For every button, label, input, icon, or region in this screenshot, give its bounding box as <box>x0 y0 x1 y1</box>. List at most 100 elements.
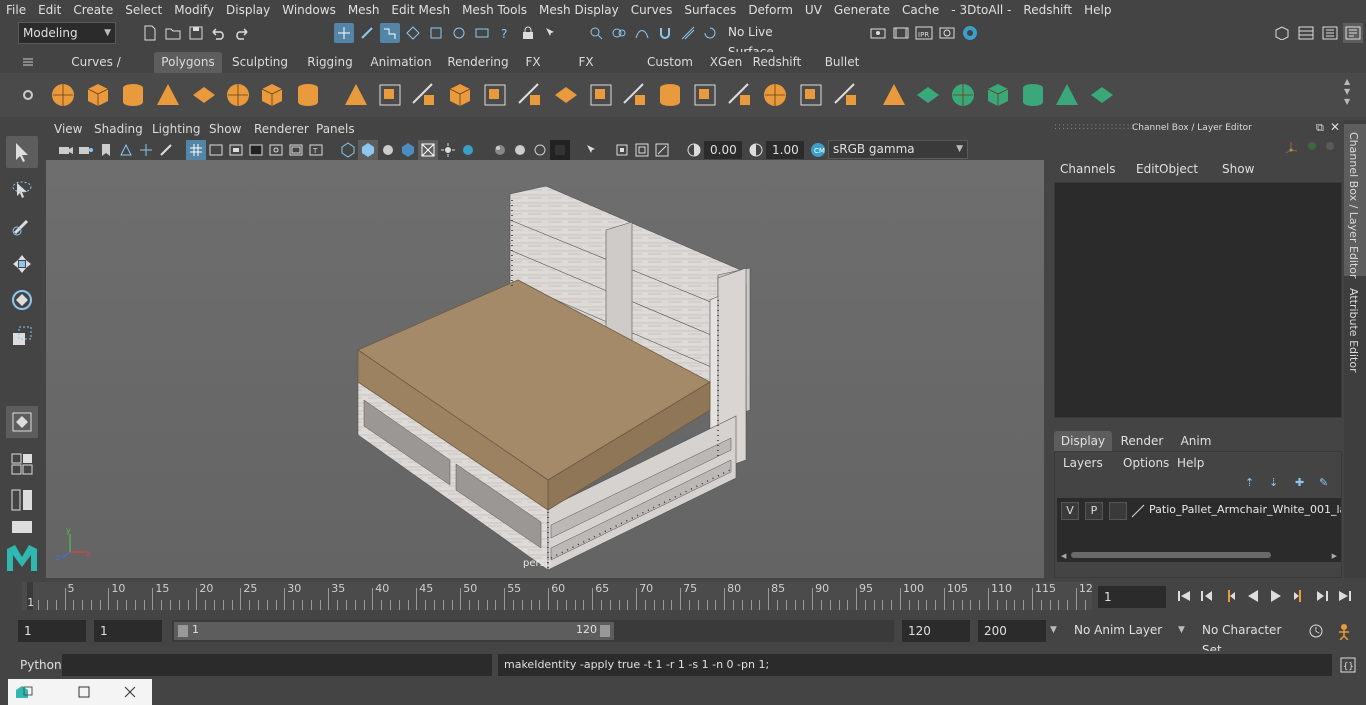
gate-mask-icon[interactable] <box>246 140 266 160</box>
scroll-right-icon[interactable]: ▶ <box>1332 552 1337 560</box>
new-layer-selected-icon[interactable]: ✎ <box>1319 476 1328 489</box>
perspective-viewport[interactable]: x y z persp <box>46 160 1044 578</box>
field-chart-icon[interactable] <box>266 140 286 160</box>
symmetry-icon[interactable] <box>609 23 629 43</box>
hud-icon[interactable] <box>652 140 672 160</box>
render-view-icon[interactable] <box>937 23 957 43</box>
target-weld-icon[interactable] <box>621 81 649 109</box>
shelf-tab-rigging[interactable]: Rigging <box>300 52 360 73</box>
smooth-icon[interactable] <box>726 81 754 109</box>
safe-action-icon[interactable] <box>286 140 306 160</box>
end-time-field[interactable]: 120 <box>902 620 970 642</box>
new-scene-icon[interactable] <box>140 23 160 43</box>
play-back-icon[interactable] <box>1243 586 1263 606</box>
menu-item[interactable]: - 3DtoAll - <box>945 3 1017 17</box>
scrollbar-thumb[interactable] <box>1071 552 1271 558</box>
channel-box-menu-channels[interactable]: Channels <box>1060 162 1116 176</box>
frame-all-icon[interactable] <box>612 140 632 160</box>
script-editor-icon[interactable]: {} <box>1338 655 1358 675</box>
step-forward-key-icon[interactable] <box>1289 586 1309 606</box>
rotate-tool-icon[interactable] <box>6 284 38 316</box>
mirror-icon[interactable] <box>691 81 719 109</box>
grease-pencil-icon[interactable] <box>156 140 176 160</box>
soft-select-icon[interactable] <box>632 23 652 43</box>
lights-icon[interactable] <box>438 140 458 160</box>
shelf-tab-rendering[interactable]: Rendering <box>442 52 514 73</box>
move-tool-icon[interactable] <box>6 248 38 280</box>
shelf-tab-animation[interactable]: Animation <box>364 52 438 73</box>
append-icon[interactable] <box>516 81 544 109</box>
channel-box-menu-edit[interactable]: Edit <box>1136 162 1159 176</box>
layer-tab-display[interactable]: Display <box>1054 431 1112 451</box>
timeline-ruler[interactable]: 5 10 15 20 25 30 35 40 45 50 55 60 65 70 75 80 85 90 95 100… <box>22 582 1093 610</box>
layer-row[interactable]: V P Patio_Pallet_Armchair_White_001_laye… <box>1061 502 1341 520</box>
textured-icon[interactable] <box>398 140 418 160</box>
shadows-icon[interactable] <box>458 140 478 160</box>
soft-mod-icon[interactable] <box>6 406 38 438</box>
layout-icon[interactable] <box>1296 23 1316 43</box>
close-icon[interactable]: ✕ <box>1330 120 1340 134</box>
help-icon[interactable]: ? <box>495 23 515 43</box>
cone-icon[interactable] <box>154 81 182 109</box>
drag-handle[interactable]: :::::::::::::::::::: <box>1054 122 1135 132</box>
range-slider-track[interactable]: 1 120 <box>172 620 894 642</box>
go-to-end-icon[interactable] <box>1335 586 1355 606</box>
make-live-icon[interactable] <box>700 23 720 43</box>
magnet-icon[interactable] <box>655 23 675 43</box>
auto-key-icon[interactable] <box>1306 621 1326 641</box>
viewport-menu-renderer[interactable]: Renderer <box>254 122 309 136</box>
gamma-field[interactable]: 1.00 <box>766 141 804 159</box>
redo-icon[interactable] <box>232 23 252 43</box>
anim-layer-selector[interactable]: ▼ No Anim Layer <box>1050 620 1170 642</box>
lasso-tool-icon[interactable] <box>6 174 38 206</box>
menu-item[interactable]: File <box>0 3 32 17</box>
attribute-editor-toggle-icon[interactable] <box>1343 23 1363 43</box>
snap-grid-icon[interactable] <box>403 23 423 43</box>
combine-icon[interactable] <box>342 81 370 109</box>
uv-auto-icon[interactable] <box>832 81 860 109</box>
restore-icon[interactable] <box>14 682 34 702</box>
menu-item[interactable]: Modify <box>168 3 220 17</box>
green-plane-icon[interactable] <box>1088 81 1116 109</box>
xray-icon[interactable] <box>418 140 438 160</box>
anim-start-field[interactable]: 1 <box>94 620 162 642</box>
live-surface-icon[interactable] <box>586 23 606 43</box>
script-language-label[interactable]: Python <box>20 658 62 672</box>
channel-box-menu-show[interactable]: Show <box>1222 162 1254 176</box>
mode-selector[interactable]: Modeling ▼ <box>18 22 116 44</box>
menu-item[interactable]: Mesh Tools <box>456 3 533 17</box>
separate-icon[interactable] <box>376 81 404 109</box>
range-start-handle[interactable] <box>178 625 188 637</box>
minimized-window[interactable] <box>8 679 152 705</box>
layout-outliner-icon[interactable] <box>6 516 38 538</box>
side-tab-channel-box[interactable]: Channel Box / Layer Editor <box>1344 124 1366 279</box>
float-panel-icon[interactable]: ⧉ <box>1316 121 1324 135</box>
shelf-scroll-icon[interactable]: ▲ ▼ ▼ <box>1344 77 1350 107</box>
menu-item[interactable]: Generate <box>828 3 896 17</box>
bridge-icon[interactable] <box>481 81 509 109</box>
render-frame-icon[interactable] <box>891 23 911 43</box>
menu-item[interactable]: Redshift <box>1017 3 1078 17</box>
shelf-tab-sculpting[interactable]: Sculpting <box>226 52 294 73</box>
select-by-object-icon[interactable] <box>357 23 377 43</box>
multicut-icon[interactable] <box>587 81 615 109</box>
fill-hole-icon[interactable] <box>552 81 580 109</box>
layer-playback-toggle[interactable]: P <box>1085 502 1103 520</box>
play-forward-icon[interactable] <box>1266 586 1286 606</box>
film-gate-icon[interactable] <box>206 140 226 160</box>
layer-menu-options[interactable]: Options <box>1123 456 1169 470</box>
channel-box-menu-object[interactable]: Object <box>1159 162 1198 176</box>
color-management-icon[interactable]: CM <box>808 140 828 160</box>
uv-planar-icon[interactable] <box>797 81 825 109</box>
frame-selected-icon[interactable] <box>632 140 652 160</box>
menu-item[interactable]: Mesh Display <box>533 3 625 17</box>
smooth-shade-icon[interactable] <box>358 140 378 160</box>
step-forward-icon[interactable] <box>1312 586 1332 606</box>
menu-item[interactable]: Display <box>220 3 276 17</box>
exposure-icon[interactable] <box>684 140 704 160</box>
go-to-start-icon[interactable] <box>1174 586 1194 606</box>
menu-item[interactable]: Create <box>67 3 119 17</box>
uv-unfold-icon[interactable] <box>880 81 908 109</box>
menu-item[interactable]: Mesh <box>342 3 386 17</box>
animation-prefs-icon[interactable] <box>1334 621 1354 641</box>
